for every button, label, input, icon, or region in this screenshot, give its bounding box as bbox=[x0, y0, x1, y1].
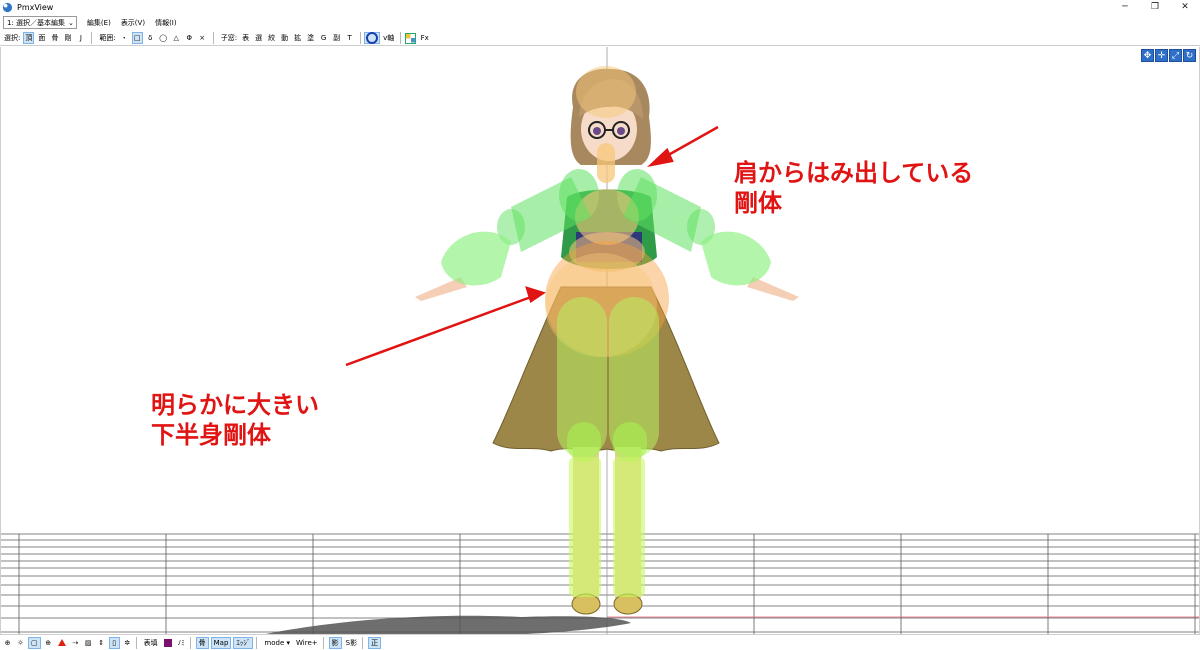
range-triangle-button[interactable]: △ bbox=[171, 32, 182, 44]
status-divider bbox=[322, 636, 324, 649]
view-g-button[interactable]: G bbox=[318, 32, 329, 44]
status-divider bbox=[256, 636, 258, 649]
gear-icon[interactable]: ✲ bbox=[122, 637, 133, 649]
front-view-button[interactable]: 正 bbox=[368, 636, 382, 649]
chevron-down-icon: ▾ bbox=[284, 638, 291, 647]
fill-icon[interactable]: ▨ bbox=[83, 637, 94, 649]
view-table-button[interactable]: 表 bbox=[240, 32, 251, 44]
wire-toggle[interactable]: Wire+ bbox=[294, 637, 320, 649]
shadow-toggle[interactable]: 影 bbox=[328, 636, 342, 649]
select-joint-button[interactable]: J bbox=[75, 32, 86, 44]
title-bar: PmxView ─ ❐ ✕ bbox=[0, 0, 1200, 14]
grid-view-button[interactable] bbox=[404, 32, 417, 44]
model-shadow bbox=[265, 615, 631, 634]
mode-label: mode bbox=[264, 638, 285, 647]
select-face-button[interactable]: 面 bbox=[36, 32, 47, 44]
lower-body-annotation-line2: 下半身剛体 bbox=[151, 421, 271, 449]
range-point-button[interactable]: ・ bbox=[119, 32, 130, 44]
target-icon[interactable]: ⊕ bbox=[2, 637, 13, 649]
status-divider bbox=[362, 636, 364, 649]
slash-button[interactable]: ﾉﾐ bbox=[176, 637, 187, 649]
view-select-button[interactable]: 選 bbox=[253, 32, 264, 44]
select-label: 選択: bbox=[4, 34, 21, 42]
expression-button[interactable]: 表填 bbox=[142, 637, 160, 649]
range-cross-button[interactable]: × bbox=[197, 32, 208, 44]
axis-icon[interactable]: ⊕ bbox=[43, 637, 54, 649]
select-vertex-button[interactable]: 頂 bbox=[23, 32, 35, 44]
range-phi-button[interactable]: Φ bbox=[184, 32, 195, 44]
color-swatch-button[interactable] bbox=[162, 637, 174, 649]
mode-dropdown[interactable]: mode ▾ bbox=[262, 637, 292, 649]
toolbar-divider bbox=[91, 32, 93, 44]
move-camera-icon[interactable]: ✥ bbox=[1141, 49, 1154, 62]
app-icon bbox=[2, 2, 13, 12]
axis-circle-icon bbox=[366, 32, 379, 44]
pmxview-window: PmxView ─ ❐ ✕ 1: 選択／基本編集 ⌄ 編集(E) 表示(V) 情… bbox=[0, 0, 1200, 650]
scene-canvas bbox=[1, 47, 1199, 634]
edit-mode-select[interactable]: 1: 選択／基本編集 ⌄ bbox=[3, 16, 77, 29]
layer-icon[interactable]: ▢ bbox=[28, 636, 41, 649]
window-title: PmxView bbox=[17, 2, 54, 12]
self-shadow-toggle[interactable]: S影 bbox=[344, 637, 359, 649]
pan-camera-icon[interactable]: ✛ bbox=[1155, 49, 1168, 62]
3d-viewport[interactable]: ✥ ✛ ⤢ ↻ 肩からはみ出している 剛体 明らかに大きい 下半身剛体 bbox=[0, 47, 1200, 634]
view-t-button[interactable]: T bbox=[344, 32, 355, 44]
shoulder-annotation-line1: 肩からはみ出している bbox=[734, 159, 974, 187]
fx-button[interactable]: Fx bbox=[419, 32, 430, 44]
range-circle-button[interactable]: ◯ bbox=[158, 32, 169, 44]
light-icon[interactable]: ☼ bbox=[15, 637, 26, 649]
status-divider bbox=[135, 636, 137, 649]
toolbar-divider bbox=[400, 32, 402, 44]
menu-info[interactable]: 情報(I) bbox=[155, 18, 177, 28]
shoulder-annotation: 肩からはみ出している 剛体 bbox=[734, 158, 973, 218]
view-filter-button[interactable]: 絞 bbox=[266, 32, 277, 44]
toolbar-divider bbox=[212, 32, 214, 44]
subwindow-label: 子窓: bbox=[220, 34, 238, 42]
chevron-down-icon: ⌄ bbox=[68, 18, 74, 27]
window-controls: ─ ❐ ✕ bbox=[1110, 0, 1200, 14]
lower-body-annotation: 明らかに大きい 下半身剛体 bbox=[151, 390, 319, 450]
edge-toggle[interactable]: ｴｯｼﾞ bbox=[233, 636, 254, 649]
menu-edit[interactable]: 編集(E) bbox=[87, 18, 111, 28]
close-icon[interactable]: ✕ bbox=[1170, 0, 1200, 14]
zoom-camera-icon[interactable]: ⤢ bbox=[1169, 49, 1182, 62]
range-delta-button[interactable]: δ bbox=[145, 32, 156, 44]
panel-icon[interactable]: ▯ bbox=[108, 636, 120, 649]
grid-icon bbox=[405, 32, 417, 44]
range-label: 範囲: bbox=[99, 34, 116, 42]
edit-mode-value: 1: 選択／基本編集 bbox=[7, 18, 66, 27]
view-scale-button[interactable]: 拡 bbox=[292, 32, 303, 44]
status-divider bbox=[189, 636, 191, 649]
range-rect-button[interactable]: □ bbox=[131, 32, 143, 44]
map-toggle[interactable]: Map bbox=[210, 636, 232, 649]
menu-view[interactable]: 表示(V) bbox=[121, 18, 145, 28]
camera-tools: ✥ ✛ ⤢ ↻ bbox=[1141, 49, 1196, 62]
status-bar: ⊕ ☼ ▢ ⊕ ⇢ ▨ ⇕ ▯ ✲ 表填 ﾉﾐ 骨 Map ｴｯｼﾞ mode … bbox=[0, 634, 1200, 650]
view-move-button[interactable]: 動 bbox=[279, 32, 290, 44]
select-rigid-button[interactable]: 剛 bbox=[62, 32, 73, 44]
rigid-bodies bbox=[441, 66, 771, 597]
toolbar: 選択: 頂 面 骨 剛 J 範囲: ・ □ δ ◯ △ Φ × 子窓: 表 選 … bbox=[0, 31, 1200, 46]
updown-icon[interactable]: ⇕ bbox=[96, 637, 107, 649]
arrow-icon[interactable]: ⇢ bbox=[70, 637, 81, 649]
shoulder-annotation-line2: 剛体 bbox=[734, 189, 782, 217]
toolbar-divider bbox=[360, 32, 362, 44]
lower-body-annotation-line1: 明らかに大きい bbox=[151, 391, 319, 419]
rotate-camera-icon[interactable]: ↻ bbox=[1183, 49, 1196, 62]
select-bone-button[interactable]: 骨 bbox=[49, 32, 60, 44]
menu-bar: 1: 選択／基本編集 ⌄ 編集(E) 表示(V) 情報(I) bbox=[0, 15, 1200, 30]
warning-icon[interactable] bbox=[56, 637, 68, 649]
minimize-icon[interactable]: ─ bbox=[1110, 0, 1140, 14]
v-axis-button[interactable]: v軸 bbox=[382, 32, 395, 44]
bone-toggle[interactable]: 骨 bbox=[195, 636, 209, 649]
restore-icon[interactable]: ❐ bbox=[1140, 0, 1170, 14]
view-paint-button[interactable]: 塗 bbox=[305, 32, 316, 44]
view-sub-button[interactable]: 副 bbox=[331, 32, 342, 44]
axis-toggle-button[interactable] bbox=[364, 32, 381, 44]
